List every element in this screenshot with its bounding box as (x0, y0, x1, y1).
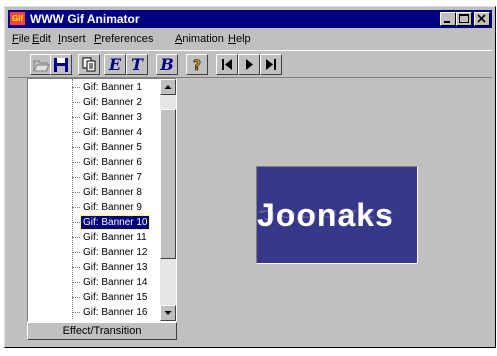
tree-connector (72, 207, 80, 208)
menu-bar: File Edit Insert Preferences Animation H… (8, 30, 492, 48)
tree-connector (72, 312, 80, 313)
maximize-button[interactable] (456, 12, 472, 26)
tree-item[interactable]: Gif: Banner 5 (28, 141, 160, 156)
banner-text: Joonaks (257, 197, 394, 233)
help-question-icon: ? (193, 58, 202, 74)
tree-item-label: Gif: Banner 7 (83, 172, 142, 183)
tree-item-label: Gif: Banner 5 (83, 142, 142, 153)
tree-connector (72, 147, 80, 148)
tree-connector (72, 237, 80, 238)
close-button[interactable] (474, 12, 490, 26)
tree-item-label: Gif: Banner 16 (83, 307, 148, 318)
first-frame-button[interactable] (216, 54, 238, 75)
tree-item-label: Gif: Banner 12 (83, 247, 148, 258)
text-t-button[interactable]: T (126, 54, 148, 75)
tree-item[interactable]: Gif: Banner 10 (28, 215, 160, 231)
tree-connector (72, 102, 80, 103)
menu-help[interactable]: Help (228, 32, 251, 46)
tree-item-label: Gif: Banner 2 (83, 97, 142, 108)
scroll-down-button[interactable] (160, 305, 176, 321)
tree-item[interactable]: Gif: Banner 3 (28, 111, 160, 126)
vertical-scrollbar[interactable] (160, 79, 176, 321)
open-folder-icon (33, 60, 50, 72)
banner-preview: Joonaks Joonaks (256, 166, 418, 264)
play-icon (246, 59, 253, 70)
skip-forward-icon (266, 59, 276, 70)
menu-animation[interactable]: Animation (175, 32, 224, 46)
close-icon (477, 14, 486, 23)
menu-file[interactable]: File (12, 32, 30, 46)
tree-item[interactable]: Gif: Banner 2 (28, 96, 160, 111)
tree-item[interactable]: Gif: Banner 13 (28, 261, 160, 276)
tree-item[interactable]: Gif: Banner 1 (28, 81, 160, 96)
tree-connector (72, 297, 80, 298)
maximize-icon (459, 14, 469, 23)
play-button[interactable] (238, 54, 260, 75)
e-icon: E (108, 55, 122, 74)
frame-list: Gif: Banner 1 Gif: Banner 2 Gif: Banner 3 G… (28, 81, 160, 321)
menu-preferences[interactable]: Preferences (94, 32, 153, 46)
tree-item-label: Gif: Banner 1 (83, 82, 142, 93)
title-bar[interactable]: Gif WWW Gif Animator (8, 10, 492, 28)
tree-item-label: Gif: Banner 11 (83, 232, 147, 243)
tree-item[interactable]: Gif: Banner 6 (28, 156, 160, 171)
open-button[interactable] (30, 54, 52, 75)
tree-item-label: Gif: Banner 13 (83, 262, 148, 273)
arrow-down-icon (164, 311, 172, 315)
last-frame-button[interactable] (260, 54, 282, 75)
menu-insert[interactable]: Insert (58, 32, 86, 46)
tree-item[interactable]: Gif: Banner 14 (28, 276, 160, 291)
save-button[interactable] (50, 54, 72, 75)
save-disk-icon (54, 58, 68, 72)
tree-item[interactable]: Gif: Banner 8 (28, 186, 160, 201)
tree-connector (72, 132, 80, 133)
skip-back-icon (222, 59, 232, 70)
tree-item-label: Gif: Banner 6 (83, 157, 142, 168)
tree-item-label: Gif: Banner 14 (83, 277, 148, 288)
tree-item[interactable]: Gif: Banner 15 (28, 291, 160, 306)
tree-connector (72, 87, 80, 88)
copy-button[interactable] (78, 54, 100, 75)
scroll-thumb[interactable] (160, 109, 176, 259)
tree-connector (72, 192, 80, 193)
tree-item[interactable]: Gif: Banner 16 (28, 306, 160, 321)
tree-connector (72, 177, 80, 178)
tree-connector (72, 222, 80, 223)
tree-item-label: Gif: Banner 8 (83, 187, 142, 198)
tree-connector (72, 252, 80, 253)
tree-item-label: Gif: Banner 10 (79, 215, 151, 230)
svg-text:?: ? (193, 58, 201, 74)
effect-e-button[interactable]: E (104, 54, 126, 75)
tree-item[interactable]: Gif: Banner 12 (28, 246, 160, 261)
banner-b-button[interactable]: B (156, 54, 178, 75)
tree-connector (72, 162, 80, 163)
minimize-button[interactable] (440, 12, 456, 26)
tree-connector (72, 117, 80, 118)
b-icon: B (160, 55, 174, 74)
tree-item[interactable]: Gif: Banner 4 (28, 126, 160, 141)
t-icon: T (131, 55, 143, 74)
effect-transition-button[interactable]: Effect/Transition (27, 322, 177, 340)
tree-item-label: Gif: Banner 3 (83, 112, 142, 123)
frame-tree[interactable]: Gif: Banner 1 Gif: Banner 2 Gif: Banner 3 G… (27, 78, 177, 322)
minimize-icon (444, 21, 450, 23)
tree-connector (72, 267, 80, 268)
toolbar: E T B ? (8, 50, 492, 78)
tree-item[interactable]: Gif: Banner 11 (28, 231, 160, 246)
tree-item[interactable]: Gif: Banner 9 (28, 201, 160, 216)
tree-item-label: Gif: Banner 15 (83, 292, 148, 303)
tree-item-label: Gif: Banner 9 (83, 202, 142, 213)
app-icon[interactable]: Gif (10, 12, 25, 25)
tree-item[interactable]: Gif: Banner 7 (28, 171, 160, 186)
window-title: WWW Gif Animator (30, 12, 140, 26)
scroll-up-button[interactable] (160, 79, 176, 95)
tree-item-label: Gif: Banner 4 (83, 127, 142, 138)
copy-icon (82, 57, 96, 72)
menu-edit[interactable]: Edit (32, 32, 51, 46)
help-button[interactable]: ? (186, 54, 208, 75)
arrow-up-icon (164, 85, 172, 89)
tree-connector (72, 282, 80, 283)
